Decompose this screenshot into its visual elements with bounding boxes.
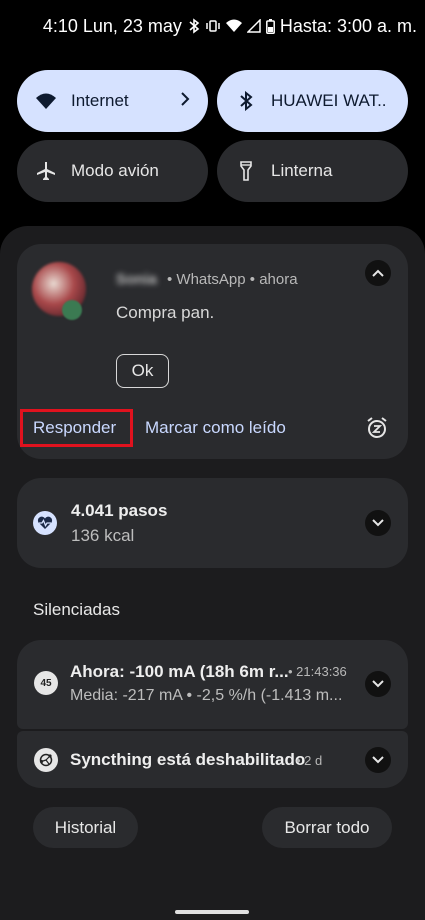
tile-bluetooth-label: HUAWEI WAT.. [271,91,387,110]
chevron-up-icon [372,264,384,282]
silenced-section-title: Silenciadas [33,600,120,619]
clear-all-button[interactable]: Borrar todo [262,807,392,848]
steps-notification[interactable]: 4.041 pasos 136 kcal [17,478,408,568]
syncthing-notification[interactable]: Syncthing está deshabilitado • 2 d [17,731,408,788]
heart-pulse-icon [33,511,57,535]
battery-notification-time: • 21:43:36 [288,664,347,679]
notification-sender: Sonia [116,271,157,288]
chevron-right-icon [180,91,190,112]
tile-airplane-label: Modo avión [71,161,159,180]
syncthing-time: • 2 d [296,753,323,768]
snooze-icon[interactable] [365,416,389,445]
steps-subtitle: 136 kcal [71,526,135,545]
collapse-button[interactable] [365,260,391,286]
tile-flashlight-label: Linterna [271,161,333,180]
whatsapp-badge-icon [62,300,82,320]
ok-quick-reply-button[interactable]: Ok [116,354,169,388]
syncthing-icon [34,748,58,772]
battery-notification-subtitle: Media: -217 mA • -2,5 %/h (-1.413 m... [70,687,343,704]
battery-until-text: Hasta: 3:00 a. m. [279,15,417,36]
chevron-down-icon [372,675,384,693]
battery-level-icon: 45 [34,671,58,695]
chevron-down-icon [372,751,384,769]
reply-highlight-box [20,409,133,447]
tile-internet[interactable]: Internet [17,70,208,132]
status-bar: 4:10 Lun, 23 may Hasta: 3:00 a. m. [0,0,425,52]
vibrate-icon [205,19,221,33]
bluetooth-icon [235,90,257,112]
chevron-down-icon [372,514,384,532]
notification-meta: • WhatsApp • ahora [167,271,298,288]
tile-internet-label: Internet [71,91,129,110]
steps-title: 4.041 pasos [71,501,168,520]
signal-icon [246,19,261,33]
wifi-status-icon [225,19,242,33]
status-time-date: 4:10 Lun, 23 may [42,15,182,36]
status-icons: Hasta: 3:00 a. m. [188,16,417,37]
flashlight-icon [235,160,257,182]
wifi-icon [35,90,57,112]
tile-airplane-mode[interactable]: Modo avión [17,140,208,202]
battery-icon [265,18,275,34]
notification-message: Compra pan. [116,303,215,322]
battery-notification-title: Ahora: -100 mA (18h 6m r... [70,662,289,681]
home-gesture-bar[interactable] [175,910,249,914]
tile-bluetooth[interactable]: HUAWEI WAT.. [217,70,408,132]
mark-as-read-button[interactable]: Marcar como leído [145,418,286,438]
airplane-icon [35,160,57,182]
history-button[interactable]: Historial [33,807,138,848]
battery-notification[interactable]: 45 Ahora: -100 mA (18h 6m r... • 21:43:3… [17,640,408,729]
syncthing-title: Syncthing está deshabilitado [70,750,306,769]
tile-flashlight[interactable]: Linterna [217,140,408,202]
expand-button[interactable] [365,671,391,697]
expand-button[interactable] [365,510,391,536]
expand-button[interactable] [365,747,391,773]
bluetooth-status-icon [188,18,200,34]
